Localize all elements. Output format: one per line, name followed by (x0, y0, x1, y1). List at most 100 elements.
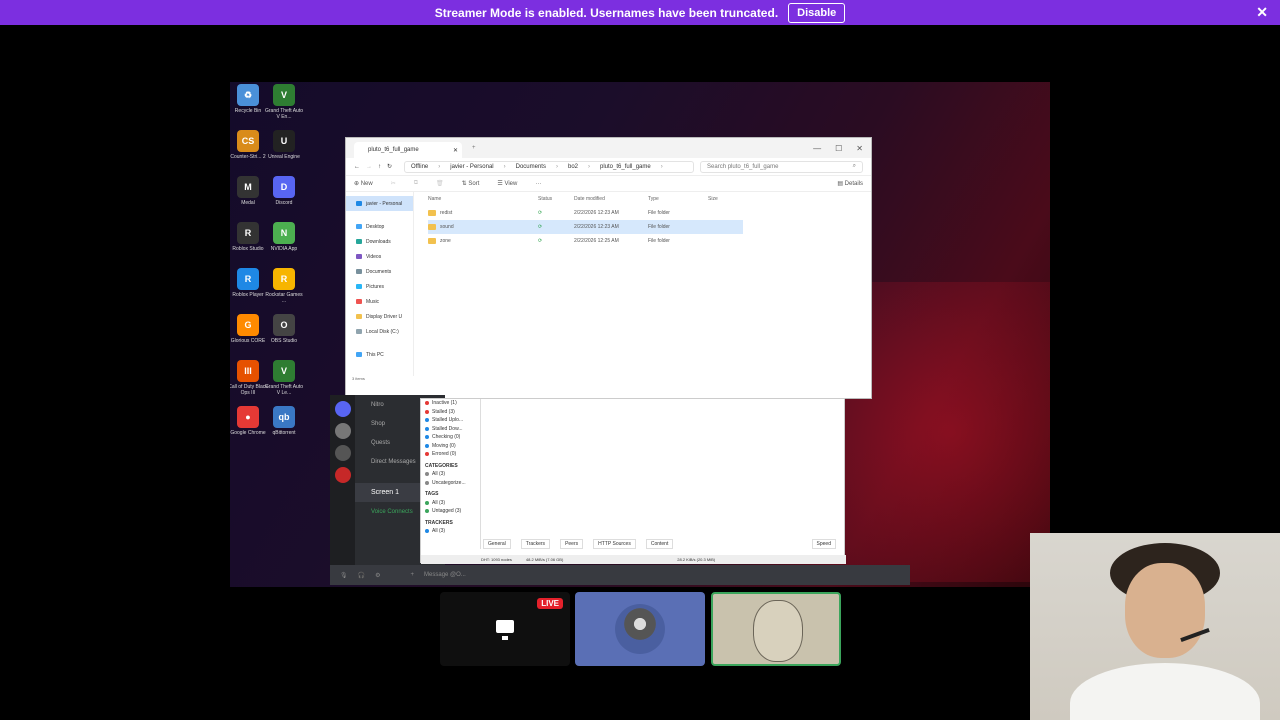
copy-icon[interactable]: ⧉ (414, 180, 418, 187)
nav-item[interactable]: Pictures (346, 279, 413, 294)
nav-item[interactable]: This PC (346, 347, 413, 362)
add-icon[interactable]: + (411, 572, 415, 578)
breadcrumb-item[interactable]: pluto_t6_full_game (600, 164, 651, 170)
category-filter[interactable]: Uncategorize... (425, 479, 480, 488)
tracker-filter[interactable]: All (3) (425, 527, 480, 536)
participant-tile[interactable] (575, 592, 705, 666)
file-type: File folder (648, 238, 670, 244)
status-filter[interactable]: Inactive (1) (425, 399, 480, 408)
nav-item[interactable]: Videos (346, 249, 413, 264)
nav-item[interactable]: Music (346, 294, 413, 309)
desktop-icon[interactable]: M Medal (230, 176, 268, 206)
stream-tile[interactable]: LIVE (440, 592, 570, 666)
close-window-icon[interactable]: ✕ (856, 144, 863, 153)
forward-icon[interactable]: → (366, 164, 372, 170)
server-icon[interactable] (334, 467, 351, 483)
discord-home-icon[interactable] (334, 401, 351, 417)
up-icon[interactable]: ↑ (378, 164, 381, 170)
delete-icon[interactable]: 🗑 (436, 180, 444, 187)
server-icon[interactable] (334, 423, 351, 439)
nav-item[interactable]: Local Disk (C:) (346, 324, 413, 339)
desktop-icon[interactable]: G Glorious CORE (230, 314, 268, 344)
disable-button[interactable]: Disable (788, 2, 846, 23)
status-filter[interactable]: Checking (0) (425, 433, 480, 442)
breadcrumb-item[interactable]: bo2 (568, 164, 578, 170)
headphones-icon[interactable]: 🎧 (358, 572, 365, 579)
back-icon[interactable]: ← (354, 164, 360, 170)
status-filter[interactable]: Stalled Uplo... (425, 416, 480, 425)
cut-icon[interactable]: ✂ (391, 180, 396, 187)
column-date[interactable]: Date modified (574, 196, 648, 202)
participant-tile-speaking[interactable] (711, 592, 841, 666)
status-filter[interactable]: Stalled (3) (425, 408, 480, 417)
nav-item[interactable]: Downloads (346, 234, 413, 249)
status-dot-icon (425, 500, 429, 505)
desktop-icon[interactable]: V Grand Theft Auto V En... (264, 84, 304, 120)
more-button[interactable]: ··· (535, 181, 541, 187)
mic-icon[interactable]: 🎙 (340, 572, 348, 579)
desktop-icon[interactable]: U Unreal Engine (264, 130, 304, 160)
nav-item[interactable]: Documents (346, 264, 413, 279)
desktop-icon[interactable]: ♻ Recycle Bin (230, 84, 268, 114)
status-filter[interactable]: Errored (0) (425, 450, 480, 459)
categories-header: CATEGORIES (425, 462, 458, 469)
column-type[interactable]: Type (648, 196, 708, 202)
tab-close-icon[interactable]: ✕ (453, 147, 458, 154)
minimize-icon[interactable]: — (813, 144, 821, 153)
desktop-icon[interactable]: CS Counter-Stri... 2 (230, 130, 268, 160)
desktop-icon[interactable]: R Rockstar Games ... (264, 268, 304, 304)
file-row[interactable]: redist ⟳ 2/22/2026 12:23 AM File folder (428, 206, 743, 220)
qbit-tab[interactable]: Content (645, 539, 674, 549)
column-size[interactable]: Size (708, 196, 738, 202)
new-tab-icon[interactable]: + (472, 145, 476, 151)
breadcrumb[interactable]: Offline › javier - Personal › Documents › bo2 ›… (404, 160, 695, 173)
view-button[interactable]: ☰ View (497, 180, 517, 187)
breadcrumb-item[interactable]: Offline (411, 164, 428, 170)
new-button[interactable]: ⊕ New (354, 180, 373, 187)
desktop-icon[interactable]: D Discord (264, 176, 304, 206)
nav-item-label: javier - Personal (366, 200, 403, 207)
explorer-tab[interactable]: pluto_t6_full_game ✕ (354, 142, 462, 158)
file-row[interactable]: sound ⟳ 2/22/2026 12:23 AM File folder (428, 220, 743, 234)
tag-filter[interactable]: All (3) (425, 499, 480, 508)
file-row[interactable]: zone ⟳ 2/22/2026 12:25 AM File folder (428, 234, 743, 248)
status-filter[interactable]: Stalled Dow... (425, 425, 480, 434)
breadcrumb-separator-icon: › (588, 163, 590, 170)
qbit-tab[interactable]: HTTP Sources (593, 539, 636, 549)
refresh-icon[interactable]: ↻ (387, 163, 392, 170)
details-button[interactable]: ▤ Details (837, 180, 863, 187)
desktop-icon[interactable]: III Call of Duty Black Ops III (230, 360, 268, 396)
qbit-tab[interactable]: Peers (560, 539, 584, 549)
tag-filter[interactable]: Untagged (3) (425, 507, 480, 516)
category-filter[interactable]: All (3) (425, 470, 480, 479)
breadcrumb-item[interactable]: Documents (516, 164, 546, 170)
desktop-icon-label: Rockstar Games ... (265, 292, 303, 304)
speed-tab[interactable]: Speed (811, 539, 836, 549)
close-icon[interactable]: ✕ (1256, 4, 1268, 21)
message-input[interactable]: Message @O... (424, 572, 466, 578)
desktop-icon[interactable]: V Grand Theft Auto V Le... (264, 360, 304, 396)
column-name[interactable]: Name (428, 196, 538, 202)
sort-button[interactable]: ⇅ Sort (462, 180, 480, 187)
breadcrumb-item[interactable]: javier - Personal (450, 164, 493, 170)
nav-item[interactable]: javier - Personal (346, 196, 413, 211)
desktop-icon[interactable]: ● Google Chrome (230, 406, 268, 436)
nav-item[interactable]: Desktop (346, 219, 413, 234)
folder-icon (428, 210, 436, 216)
desktop-icon[interactable]: N NVIDIA App (264, 222, 304, 252)
qbit-tab[interactable]: General (483, 539, 511, 549)
nav-item[interactable]: Display Driver U (346, 309, 413, 324)
status-filter[interactable]: Moving (0) (425, 442, 480, 451)
maximize-icon[interactable]: ☐ (835, 144, 842, 153)
search-input[interactable]: Search pluto_t6_full_game ⌕ (700, 160, 863, 173)
desktop-icon[interactable]: O OBS Studio (264, 314, 304, 344)
settings-icon[interactable]: ⚙ (375, 572, 380, 579)
server-icon[interactable] (334, 445, 351, 461)
desktop-icon-label: Medal (241, 200, 255, 206)
desktop-icon[interactable]: R Roblox Studio (230, 222, 268, 252)
qbit-tab[interactable]: Trackers (520, 539, 551, 549)
desktop-icon[interactable]: R Roblox Player (230, 268, 268, 298)
desktop-icon-label: Grand Theft Auto V En... (265, 108, 303, 120)
column-status[interactable]: Status (538, 196, 574, 202)
desktop-icon[interactable]: qb qBittorrent (264, 406, 304, 436)
